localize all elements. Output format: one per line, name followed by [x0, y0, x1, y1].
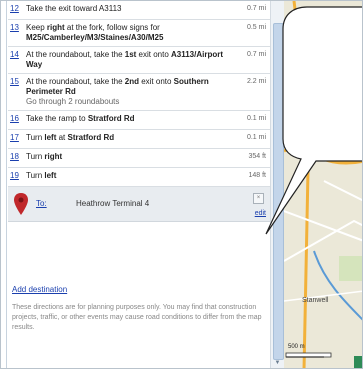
- step-number-link[interactable]: 17: [10, 133, 24, 143]
- direction-step[interactable]: 14 At the roundabout, take the 1st exit o…: [8, 47, 270, 74]
- panel-scrollbar[interactable]: ▼: [270, 1, 285, 368]
- destination-place: Heathrow Terminal 4: [76, 199, 150, 208]
- step-distance: 0.1 mi: [246, 115, 266, 122]
- step-number-link[interactable]: 16: [10, 114, 24, 124]
- direction-step[interactable]: 13 Keep right at the fork, follow signs f…: [8, 20, 270, 47]
- step-distance: 148 ft: [248, 172, 266, 179]
- direction-step[interactable]: 12 Take the exit toward A3113 0.7 mi: [8, 1, 270, 20]
- step-distance: 354 ft: [248, 153, 266, 160]
- map-scale-label: 500 m: [288, 344, 305, 350]
- panel-border: [6, 1, 7, 368]
- step-instruction: At the roundabout, take the 2nd exit ont…: [26, 77, 209, 106]
- step-instruction: At the roundabout, take the 1st exit ont…: [26, 50, 224, 69]
- direction-step[interactable]: 19 Turn left 148 ft: [8, 168, 270, 187]
- step-distance: 2.2 mi: [246, 78, 266, 85]
- scrollbar-thumb[interactable]: [273, 23, 284, 360]
- step-instruction: Turn left at Stratford Rd: [26, 133, 115, 142]
- direction-step[interactable]: 18 Turn right 354 ft: [8, 149, 270, 168]
- step-number-link[interactable]: 18: [10, 152, 24, 162]
- map-view[interactable]: Stanwell 500 m: [284, 1, 362, 368]
- edit-destination-link[interactable]: edit: [255, 210, 266, 217]
- step-instruction: Take the ramp to Stratford Rd: [26, 114, 135, 123]
- step-instruction: Keep right at the fork, follow signs for…: [26, 23, 164, 42]
- directions-panel: 12 Take the exit toward A3113 0.7 mi 13 Keep…: [6, 1, 270, 368]
- map-pin-icon: [14, 193, 28, 215]
- direction-step[interactable]: 17 Turn left at Stratford Rd 0.1 mi: [8, 130, 270, 149]
- step-instruction: Turn left: [26, 171, 57, 180]
- step-number-link[interactable]: 13: [10, 23, 24, 33]
- step-distance: 0.7 mi: [246, 5, 266, 12]
- step-number-link[interactable]: 12: [10, 4, 24, 14]
- step-distance: 0.1 mi: [246, 134, 266, 141]
- close-icon[interactable]: ×: [253, 193, 264, 204]
- step-number-link[interactable]: 14: [10, 50, 24, 60]
- disclaimer-text: These directions are for planning purpos…: [12, 304, 262, 331]
- step-instruction: Turn right: [26, 152, 63, 161]
- directions-steps-list: 12 Take the exit toward A3113 0.7 mi 13 Keep…: [8, 1, 270, 222]
- destination-row: To: Heathrow Terminal 4 × edit: [8, 187, 270, 222]
- direction-step[interactable]: 16 Take the ramp to Stratford Rd 0.1 mi: [8, 111, 270, 130]
- scroll-down-arrow-icon[interactable]: ▼: [273, 359, 282, 368]
- direction-step[interactable]: 15 At the roundabout, take the 2nd exit o…: [8, 74, 270, 111]
- map-town-label: Stanwell: [302, 297, 329, 304]
- screenshot-frame: 12 Take the exit toward A3113 0.7 mi 13 Keep…: [0, 0, 363, 369]
- step-instruction: Take the exit toward A3113: [26, 4, 122, 13]
- step-number-link[interactable]: 19: [10, 171, 24, 181]
- destination-to-link[interactable]: To:: [36, 199, 47, 208]
- map-canvas: [284, 1, 362, 368]
- step-distance: 0.5 mi: [246, 24, 266, 31]
- step-number-link[interactable]: 15: [10, 77, 24, 87]
- step-distance: 0.7 mi: [246, 51, 266, 58]
- add-destination-link[interactable]: Add destination: [12, 285, 67, 294]
